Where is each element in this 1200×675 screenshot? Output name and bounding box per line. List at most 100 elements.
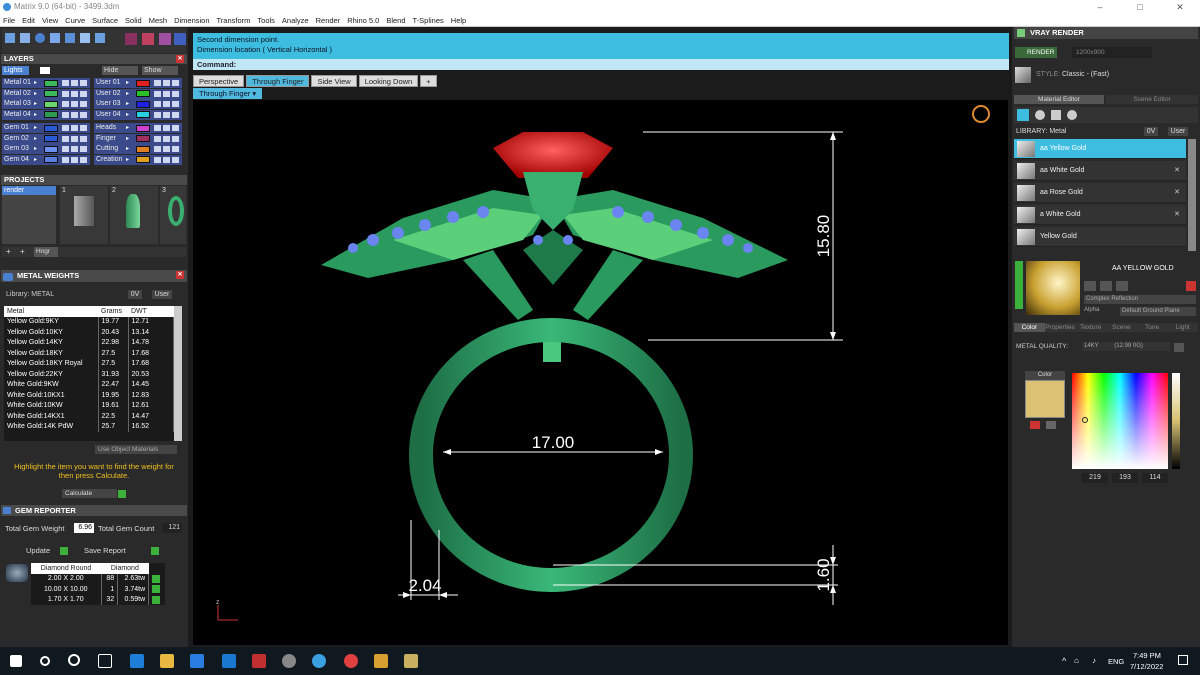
remove-icon[interactable]: ✕ bbox=[1174, 183, 1180, 203]
visibility-icon[interactable] bbox=[80, 101, 87, 107]
grid-icon[interactable] bbox=[5, 33, 15, 43]
menu-surface[interactable]: Surface bbox=[92, 14, 118, 26]
gem-go-icon[interactable] bbox=[149, 584, 165, 595]
table-row[interactable]: 1.70 X 1.70 32 0.59tw bbox=[31, 594, 165, 606]
material-item[interactable]: Yellow Gold bbox=[1014, 227, 1186, 247]
sphere-icon[interactable] bbox=[35, 33, 45, 43]
expand-icon[interactable]: ▸ bbox=[126, 155, 129, 165]
expand-icon[interactable]: ▸ bbox=[126, 110, 129, 120]
lock-icon[interactable] bbox=[163, 80, 170, 86]
layer-row[interactable]: Metal 03 ▸ bbox=[2, 99, 90, 109]
lock-icon[interactable] bbox=[71, 125, 78, 131]
layer-row[interactable]: Gem 03 ▸ bbox=[2, 144, 90, 154]
command-input[interactable]: Command: bbox=[193, 59, 1009, 70]
render-size[interactable]: 1200x900 bbox=[1072, 47, 1152, 58]
material-item[interactable]: aa Yellow Gold bbox=[1014, 139, 1186, 159]
expand-icon[interactable]: ▸ bbox=[34, 144, 37, 154]
tab-looking-down[interactable]: Looking Down bbox=[358, 75, 419, 87]
eye-icon[interactable] bbox=[154, 111, 161, 118]
lock-icon[interactable] bbox=[163, 90, 170, 97]
table-row[interactable]: Yellow Gold:9KY 19.77 12.71 bbox=[4, 316, 174, 327]
update-go-icon[interactable] bbox=[60, 546, 68, 555]
layer-color-swatch[interactable] bbox=[44, 100, 58, 108]
chrome-icon[interactable] bbox=[344, 654, 358, 668]
mail-icon[interactable] bbox=[222, 654, 236, 668]
viewport-name[interactable]: Through Finger ▾ bbox=[193, 88, 263, 99]
expand-icon[interactable]: ▸ bbox=[126, 99, 129, 109]
lock-icon[interactable] bbox=[71, 101, 78, 107]
visibility-icon[interactable] bbox=[172, 101, 179, 107]
minimize-button[interactable]: – bbox=[1080, 0, 1120, 14]
lock-icon[interactable] bbox=[163, 146, 170, 152]
visibility-icon[interactable] bbox=[172, 90, 179, 97]
layer-row[interactable]: Metal 02 ▸ bbox=[2, 88, 90, 99]
tool-icon[interactable] bbox=[159, 33, 171, 45]
expand-icon[interactable]: ▸ bbox=[126, 78, 129, 88]
layer-color-swatch[interactable] bbox=[44, 79, 58, 87]
expand-icon[interactable]: ▸ bbox=[34, 123, 37, 133]
gem-go-icon[interactable] bbox=[149, 595, 165, 606]
ground-plane-select[interactable]: Default Ground Plane bbox=[1120, 307, 1196, 316]
eye-icon[interactable] bbox=[62, 90, 69, 97]
app-icon[interactable] bbox=[374, 654, 388, 668]
lock-icon[interactable] bbox=[163, 135, 170, 142]
volume-icon[interactable]: ♪ bbox=[1092, 656, 1096, 665]
lock-icon[interactable] bbox=[71, 111, 78, 118]
menu-curve[interactable]: Curve bbox=[65, 14, 85, 26]
view-icon[interactable] bbox=[20, 33, 30, 43]
eye-icon[interactable] bbox=[62, 80, 69, 86]
visibility-icon[interactable] bbox=[80, 146, 87, 152]
visibility-icon[interactable] bbox=[172, 135, 179, 142]
table-row[interactable]: Yellow Gold:14KY 22.98 14.78 bbox=[4, 337, 174, 348]
tab-scene-editor[interactable]: Scene Editor bbox=[1106, 95, 1198, 104]
material-item[interactable]: aa White Gold ✕ bbox=[1014, 161, 1186, 181]
blue-value[interactable]: 114 bbox=[1142, 473, 1168, 483]
visibility-icon[interactable] bbox=[80, 111, 87, 118]
expand-icon[interactable]: ▸ bbox=[126, 134, 129, 144]
expand-icon[interactable]: ▸ bbox=[34, 78, 37, 88]
language-indicator[interactable]: ENG bbox=[1108, 657, 1124, 666]
project-thumb[interactable]: 1 bbox=[60, 186, 108, 244]
filter-button[interactable]: 0V bbox=[128, 290, 142, 299]
layer-row[interactable]: User 04 ▸ bbox=[94, 109, 182, 120]
subtab-tone[interactable]: Tone bbox=[1136, 323, 1168, 332]
layer-color-swatch[interactable] bbox=[136, 156, 150, 163]
metal-quality-select[interactable]: 14KY (12.99 0G) bbox=[1082, 342, 1170, 351]
menu-tools[interactable]: Tools bbox=[257, 14, 275, 26]
hinge-button[interactable]: Hngr bbox=[34, 247, 58, 257]
app-icon[interactable] bbox=[252, 654, 266, 668]
tab-side-view[interactable]: Side View bbox=[311, 75, 357, 87]
calculate-button[interactable]: Calculate bbox=[62, 489, 117, 498]
lock-icon[interactable] bbox=[163, 101, 170, 107]
layer-color-swatch[interactable] bbox=[44, 135, 58, 142]
menu-solid[interactable]: Solid bbox=[125, 14, 142, 26]
visibility-icon[interactable] bbox=[80, 135, 87, 142]
menu-analyze[interactable]: Analyze bbox=[282, 14, 309, 26]
layer-row[interactable]: User 03 ▸ bbox=[94, 99, 182, 109]
menu-edit[interactable]: Edit bbox=[22, 14, 35, 26]
network-icon[interactable]: ⌂ bbox=[1074, 656, 1079, 665]
project-thumb[interactable]: 2 bbox=[110, 186, 158, 244]
user-button[interactable]: User bbox=[152, 290, 172, 299]
layer-color-swatch[interactable] bbox=[44, 156, 58, 163]
paint-icon[interactable] bbox=[1017, 109, 1029, 121]
visibility-icon[interactable] bbox=[80, 156, 87, 163]
layer-color-swatch[interactable] bbox=[136, 90, 150, 97]
eye-icon[interactable] bbox=[62, 156, 69, 163]
paste-icon[interactable] bbox=[1116, 281, 1128, 291]
layer-row[interactable]: Gem 01 ▸ bbox=[2, 123, 90, 133]
menu-render[interactable]: Render bbox=[316, 14, 341, 26]
table-row[interactable]: Yellow Gold:18KY Royal 27.5 17.68 bbox=[4, 358, 174, 369]
remove-icon[interactable]: ✕ bbox=[1174, 161, 1180, 181]
menu-help[interactable]: Help bbox=[451, 14, 466, 26]
eye-icon[interactable] bbox=[62, 146, 69, 152]
lights-swatch[interactable] bbox=[40, 67, 50, 74]
layer-color-swatch[interactable] bbox=[44, 90, 58, 97]
visibility-icon[interactable] bbox=[172, 125, 179, 131]
eye-icon[interactable] bbox=[62, 101, 69, 107]
menu-view[interactable]: View bbox=[42, 14, 58, 26]
refresh-icon[interactable] bbox=[1174, 343, 1184, 352]
cortana-icon[interactable] bbox=[68, 654, 80, 666]
visibility-icon[interactable] bbox=[80, 125, 87, 131]
table-row[interactable]: 2.00 X 2.00 88 2.63tw bbox=[31, 573, 165, 584]
